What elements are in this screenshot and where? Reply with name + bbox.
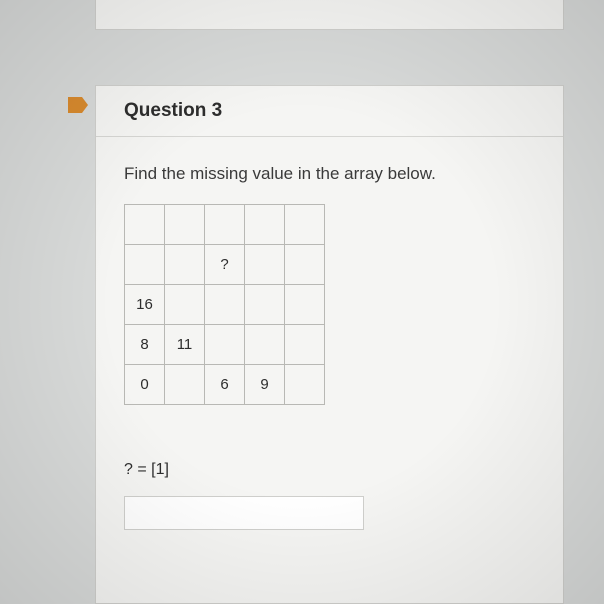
grid-cell	[165, 245, 205, 285]
grid-cell	[165, 285, 205, 325]
grid-cell	[165, 205, 205, 245]
grid-cell: 6	[205, 365, 245, 405]
question-prompt: Find the missing value in the array belo…	[124, 164, 436, 184]
question-title: Question 3	[124, 100, 222, 122]
grid-cell	[125, 205, 165, 245]
grid-cell	[285, 245, 325, 285]
grid-cell	[245, 285, 285, 325]
grid-cell	[245, 205, 285, 245]
grid-cell	[245, 325, 285, 365]
grid-cell: 16	[125, 285, 165, 325]
grid-cell	[205, 325, 245, 365]
answer-input[interactable]	[124, 496, 364, 530]
grid-cell	[165, 365, 205, 405]
table-row	[125, 205, 325, 245]
divider	[96, 136, 563, 137]
grid-cell	[285, 325, 325, 365]
grid-cell	[205, 205, 245, 245]
array-grid: ? 16 8 11 0 6 9	[124, 204, 325, 405]
grid-cell: 0	[125, 365, 165, 405]
table-row: 16	[125, 285, 325, 325]
grid-cell	[285, 285, 325, 325]
table-row: 8 11	[125, 325, 325, 365]
table-row: 0 6 9	[125, 365, 325, 405]
bookmark-icon	[68, 97, 88, 113]
grid-cell: 8	[125, 325, 165, 365]
grid-cell	[125, 245, 165, 285]
table-row: ?	[125, 245, 325, 285]
grid-cell	[285, 205, 325, 245]
previous-panel-bottom	[95, 0, 564, 30]
grid-cell	[285, 365, 325, 405]
grid-cell: 9	[245, 365, 285, 405]
question-panel: Question 3 Find the missing value in the…	[95, 85, 564, 604]
grid-cell	[205, 285, 245, 325]
grid-cell	[245, 245, 285, 285]
grid-cell: ?	[205, 245, 245, 285]
grid-cell: 11	[165, 325, 205, 365]
answer-label: ? = [1]	[124, 461, 169, 479]
